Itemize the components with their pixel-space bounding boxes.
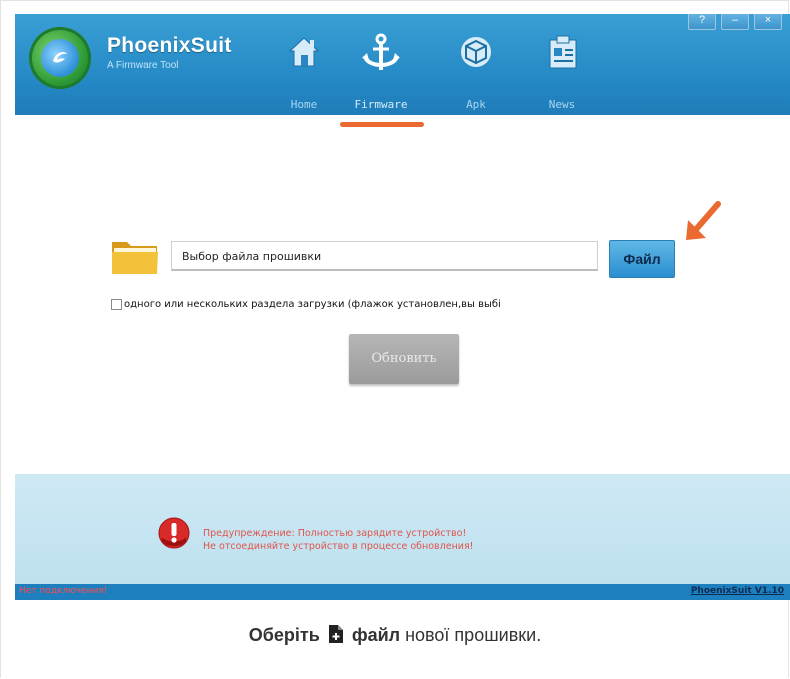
add-file-icon <box>328 625 343 643</box>
phoenixsuit-window: PhoenixSuit A Firmware Tool ? – × Home F… <box>15 14 790 600</box>
warning-panel: Предупреждение: Полностью зарядите устро… <box>15 474 790 584</box>
status-bar: Нет подключения! PhoenixSuit V1.10 <box>15 584 790 600</box>
anchor-icon <box>362 33 400 70</box>
app-name: PhoenixSuit <box>107 34 232 57</box>
home-icon <box>288 37 320 67</box>
nav-news[interactable]: News <box>518 32 606 112</box>
help-button[interactable]: ? <box>688 14 716 30</box>
partition-checkbox-label: одного или нескольких раздела загрузки (… <box>124 299 501 310</box>
warning-line-2: Не отсоединяйте устройство в процессе об… <box>203 541 474 552</box>
nav-apk[interactable]: Apk <box>432 32 520 112</box>
connection-status: Нет подключения! <box>19 586 108 596</box>
update-button[interactable]: Обновить <box>349 334 459 384</box>
warning-text: Предупреждение: Полностью зарядите устро… <box>203 527 473 553</box>
caption-file: файл <box>351 625 401 645</box>
minimize-button[interactable]: – <box>721 14 749 30</box>
nav-home[interactable]: Home <box>260 32 348 112</box>
nav-firmware[interactable]: Firmware <box>337 32 425 112</box>
close-button[interactable]: × <box>754 14 782 30</box>
version-link[interactable]: PhoenixSuit V1.10 <box>691 586 784 596</box>
phoenix-logo-icon <box>29 27 91 89</box>
active-tab-indicator <box>340 122 424 127</box>
partition-checkbox[interactable] <box>111 299 122 310</box>
app-subtitle: A Firmware Tool <box>107 60 179 71</box>
nav-firmware-label: Firmware <box>354 98 408 111</box>
partition-checkbox-row[interactable]: одного или нескольких раздела загрузки (… <box>111 299 501 310</box>
caption-select: Оберіть <box>248 625 320 645</box>
nav-home-label: Home <box>290 98 318 111</box>
file-browse-button[interactable]: Файл <box>609 240 675 278</box>
warning-line-1: Предупреждение: Полностью зарядите устро… <box>203 528 467 539</box>
box-icon <box>461 37 491 67</box>
instruction-caption: Оберіть файл нової прошивки. <box>0 624 790 646</box>
news-icon <box>549 35 577 69</box>
nav-news-label: News <box>548 98 576 111</box>
firmware-file-input[interactable]: Выбор файла прошивки <box>171 241 598 271</box>
folder-icon <box>112 242 158 274</box>
warning-icon <box>158 517 190 549</box>
pointer-arrow-icon <box>686 201 721 240</box>
nav-apk-label: Apk <box>466 98 486 111</box>
caption-rest: нової прошивки. <box>400 625 542 645</box>
title-bar: PhoenixSuit A Firmware Tool ? – × Home F… <box>15 14 790 115</box>
